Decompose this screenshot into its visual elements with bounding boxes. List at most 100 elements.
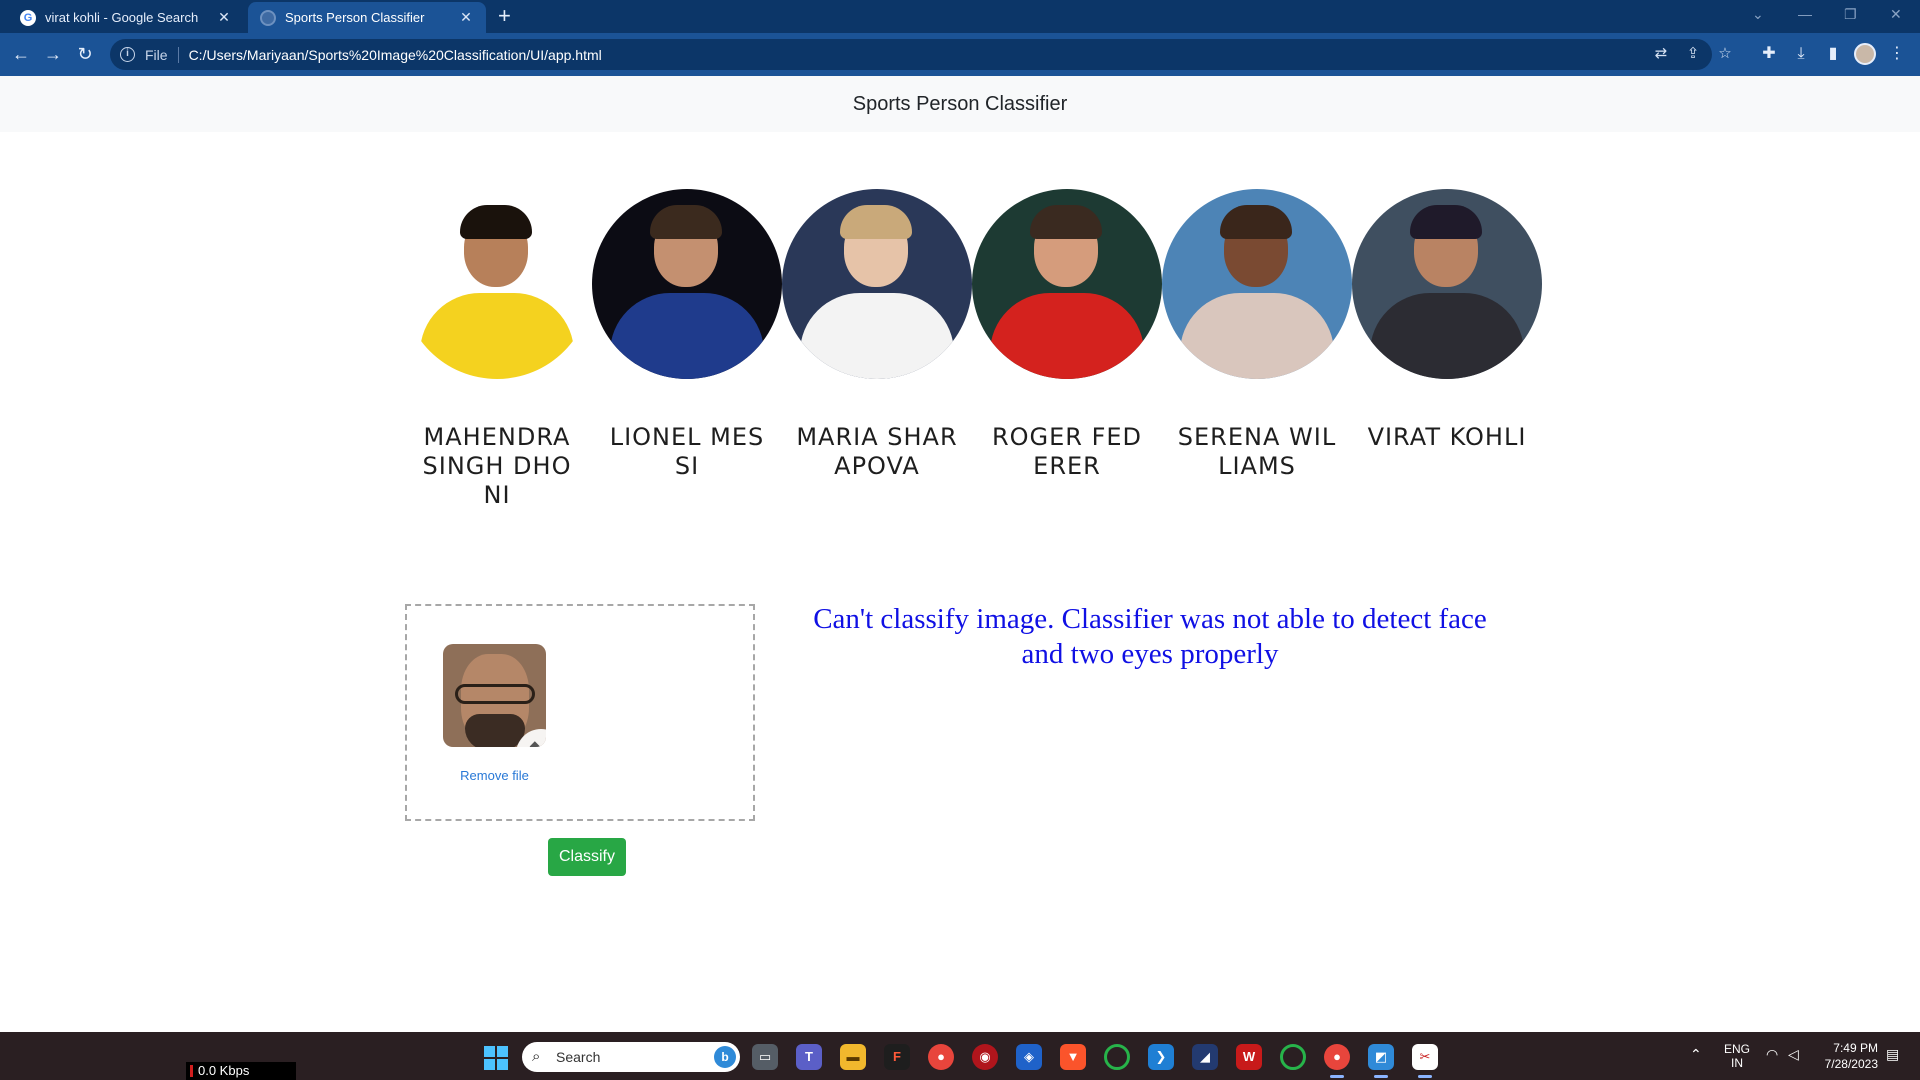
close-icon[interactable]: ✕ [458, 9, 474, 26]
player-hair [1410, 205, 1482, 239]
lang-top: ENG [1724, 1042, 1751, 1056]
photos-icon[interactable]: ◩ [1368, 1044, 1394, 1078]
player-photo [1162, 189, 1352, 379]
circular-app-icon-2[interactable] [1280, 1044, 1306, 1070]
figma-icon[interactable]: F [884, 1044, 910, 1070]
bing-icon[interactable]: b [714, 1046, 736, 1068]
share-icon[interactable]: ⇪ [1682, 43, 1704, 65]
circular-app-icon[interactable] [1104, 1044, 1130, 1070]
google-icon: G [20, 9, 36, 26]
mysql-workbench-icon[interactable]: ◢ [1192, 1044, 1218, 1070]
remove-file-link[interactable]: Remove file [443, 768, 546, 783]
player-hair [460, 205, 532, 239]
player-card: ROGER FEDERER [972, 189, 1162, 481]
search-placeholder: Search [556, 1049, 601, 1065]
info-icon[interactable]: i [120, 47, 135, 62]
profile-avatar[interactable] [1854, 43, 1876, 65]
player-card: MAHENDRA SINGH DHONI [402, 189, 592, 510]
classify-button[interactable]: Classify [548, 838, 626, 876]
minimize-icon[interactable]: — [1798, 6, 1812, 22]
thumbnail-beard [465, 714, 525, 747]
vscode-icon[interactable]: ❯ [1148, 1044, 1174, 1070]
tab-search-icon[interactable]: ⌄ [1752, 6, 1764, 23]
player-shirt [800, 293, 954, 379]
player-photo [402, 189, 592, 379]
taskbar-search[interactable]: ⌕ Search b [522, 1042, 740, 1072]
url-text[interactable]: C:/Users/Mariyaan/Sports%20Image%20Class… [189, 47, 602, 63]
player-hair [840, 205, 912, 239]
tray-overflow-icon[interactable]: ⌃ [1690, 1046, 1702, 1063]
close-icon[interactable]: ✕ [216, 9, 232, 26]
player-hair [650, 205, 722, 239]
download-icon[interactable]: ⤓ [1790, 43, 1812, 65]
shield-icon[interactable]: ◈ [1016, 1044, 1042, 1070]
lang-bottom: IN [1731, 1056, 1743, 1070]
player-card: MARIA SHARAPOVA [782, 189, 972, 481]
restore-icon[interactable]: ❐ [1844, 6, 1857, 23]
net-speed-meter: 0.0 Kbps [186, 1062, 296, 1080]
player-photo [1352, 189, 1542, 379]
player-name: SERENA WILLIAMS [1177, 423, 1337, 480]
address-bar[interactable]: i File C:/Users/Mariyaan/Sports%20Image%… [110, 39, 1732, 70]
player-card: SERENA WILLIAMS [1162, 189, 1352, 481]
language-indicator[interactable]: ENG IN [1724, 1042, 1750, 1070]
wifi-icon[interactable]: ◠ [1766, 1046, 1778, 1063]
window-close-icon[interactable]: ✕ [1890, 6, 1902, 23]
reload-icon[interactable]: ↻ [73, 42, 97, 66]
forward-icon[interactable]: → [41, 42, 65, 66]
side-panel-icon[interactable]: ▮ [1822, 43, 1844, 65]
clock-date: 7/28/2023 [1824, 1057, 1878, 1071]
player-photo [592, 189, 782, 379]
wps-office-icon[interactable]: W [1236, 1044, 1262, 1070]
error-message: Can't classify image. Classifier was not… [813, 603, 1487, 670]
translate-icon[interactable]: ⇄ [1650, 43, 1672, 65]
player-shirt [990, 293, 1144, 379]
back-icon[interactable]: ← [9, 42, 33, 66]
player-card: LIONEL MESSI [592, 189, 782, 481]
player-name: LIONEL MESSI [609, 423, 765, 480]
url-scheme: File [145, 46, 168, 63]
menu-icon[interactable]: ⋮ [1886, 43, 1908, 65]
task-view-icon[interactable]: ▭ [752, 1044, 778, 1070]
player-photo [972, 189, 1162, 379]
player-shirt [610, 293, 764, 379]
player-shirt [1370, 293, 1524, 379]
player-name: MARIA SHARAPOVA [796, 423, 958, 480]
player-shirt [1180, 293, 1334, 379]
player-hair [1220, 205, 1292, 239]
thumbnail-glasses [455, 684, 535, 704]
security-app-icon[interactable]: ◉ [972, 1044, 998, 1070]
player-name: VIRAT KOHLI [1367, 423, 1527, 451]
clock-time: 7:49 PM [1833, 1041, 1878, 1055]
player-name: MAHENDRA SINGH DHONI [422, 423, 572, 509]
extensions-icon[interactable]: ✚ [1758, 43, 1780, 65]
chrome-icon[interactable]: ● [928, 1044, 954, 1070]
player-card: VIRAT KOHLI [1352, 189, 1542, 452]
clock[interactable]: 7:49 PM 7/28/2023 [1818, 1040, 1878, 1072]
notification-icon[interactable]: ▤ [1886, 1046, 1899, 1063]
volume-icon[interactable]: ◁ [1788, 1046, 1799, 1063]
windows-start-icon[interactable] [484, 1046, 508, 1070]
file-dropzone[interactable]: ✖ Remove file [405, 604, 755, 821]
search-icon: ⌕ [532, 1048, 541, 1065]
player-hair [1030, 205, 1102, 239]
snipping-tool-icon[interactable]: ✂ [1412, 1044, 1438, 1078]
player-photo [782, 189, 972, 379]
globe-icon [260, 9, 276, 26]
tab-title: virat kohli - Google Search [45, 10, 199, 25]
chrome-profile-icon[interactable]: ● [1324, 1044, 1350, 1078]
new-tab-icon[interactable]: + [498, 5, 511, 27]
brave-icon[interactable]: ▼ [1060, 1044, 1086, 1070]
player-shirt [420, 293, 574, 379]
windows-taskbar: 0.0 Kbps ⌕ Search b ▭ T ▬ F ● ◉ ◈ ▼ ❯ ◢ … [0, 1032, 1920, 1080]
bookmark-star-icon[interactable]: ☆ [1714, 43, 1736, 65]
tab-sports-classifier[interactable]: Sports Person Classifier ✕ [248, 2, 486, 33]
url-divider [177, 46, 179, 63]
uploaded-image-thumbnail: ✖ [443, 644, 546, 747]
teams-icon[interactable]: T [796, 1044, 822, 1070]
browser-tab-bar: G virat kohli - Google Search ✕ Sports P… [0, 0, 1920, 33]
file-explorer-icon[interactable]: ▬ [840, 1044, 866, 1070]
tab-title: Sports Person Classifier [285, 10, 425, 25]
page-title: Sports Person Classifier [852, 93, 1068, 115]
tab-google-search[interactable]: G virat kohli - Google Search ✕ [8, 2, 244, 33]
